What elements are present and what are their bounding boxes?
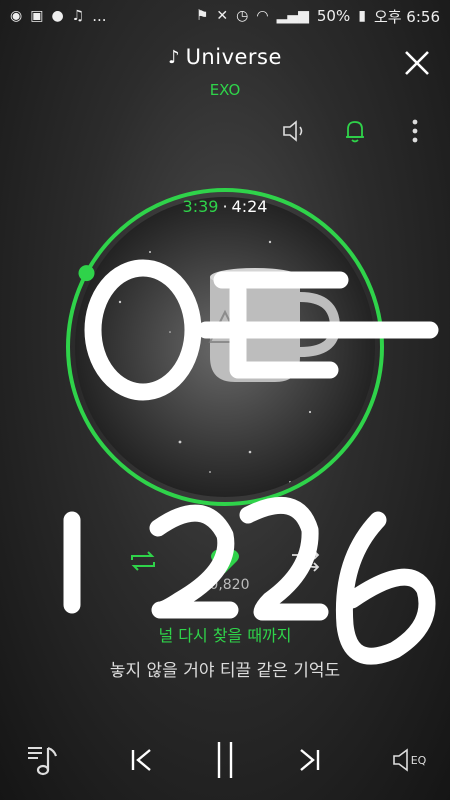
chat-notification-icon: ● (51, 8, 64, 24)
mute-icon: ✕ (216, 8, 229, 24)
eq-icon (392, 748, 408, 772)
time-separator: · (222, 197, 228, 216)
pause-icon (217, 742, 233, 778)
heart-icon (211, 549, 239, 573)
status-bar: ◉ ▣ ● ♫ ... ⚑ ✕ ◷ ◠ ▂▄▆ 50% ▮ 오후 6:56 (0, 0, 450, 32)
alarm-button[interactable] (342, 118, 368, 144)
actions-row (0, 545, 450, 577)
battery-saver-icon: ⚑ (195, 8, 209, 24)
bell-icon (346, 121, 364, 143)
music-notification-icon: ♫ (71, 8, 85, 24)
battery-icon: ▮ (358, 8, 366, 24)
time-row: 3:39 · 4:24 (0, 197, 450, 216)
repeat-icon (131, 551, 155, 571)
like-button[interactable] (208, 545, 242, 577)
battery-percent: 50% (316, 7, 351, 25)
title-row: ♪ Universe (0, 45, 450, 69)
pause-button[interactable] (203, 735, 247, 785)
clock: 오후 6:56 (373, 7, 440, 26)
top-tools (282, 118, 428, 144)
previous-button[interactable] (120, 735, 164, 785)
more-notifications-text: ... (92, 7, 107, 25)
next-button[interactable] (287, 735, 331, 785)
close-icon (405, 51, 429, 75)
eq-button[interactable]: EQ (386, 735, 432, 785)
now-playing-header: ♪ Universe EXO (0, 45, 450, 99)
eq-label: EQ (410, 753, 427, 767)
status-left-icons: ◉ ▣ ● ♫ ... (10, 7, 107, 25)
previous-icon (131, 749, 151, 771)
like-count: 40,820 (200, 577, 250, 593)
shuffle-icon (292, 550, 320, 572)
speaker-icon (283, 120, 303, 142)
album-cover-art (66, 188, 384, 506)
music-note-icon: ♪ (168, 46, 180, 68)
gallery-notification-icon: ▣ (30, 8, 44, 24)
artist-name[interactable]: EXO (0, 81, 450, 99)
current-time: 3:39 (182, 197, 219, 216)
total-time: 4:24 (231, 197, 268, 216)
lyric-current-line[interactable]: 널 다시 찾을 때까지 (0, 622, 450, 646)
song-title[interactable]: Universe (186, 45, 282, 69)
progress-knob[interactable] (78, 265, 95, 282)
repeat-button[interactable] (126, 545, 160, 577)
playlist-icon (28, 746, 58, 776)
signal-icon: ▂▄▆ (276, 8, 309, 24)
app-notification-icon: ◉ (10, 8, 23, 24)
close-button[interactable] (402, 48, 432, 78)
playback-controls: EQ (0, 735, 450, 785)
volume-button[interactable] (282, 118, 308, 144)
wifi-icon: ◠ (256, 8, 269, 24)
playlist-button[interactable] (22, 735, 66, 785)
alarm-status-icon: ◷ (236, 8, 249, 24)
next-icon (300, 749, 320, 771)
shuffle-button[interactable] (288, 545, 322, 577)
status-right-icons: ⚑ ✕ ◷ ◠ ▂▄▆ 50% ▮ 오후 6:56 (196, 6, 440, 27)
more-vertical-icon (412, 119, 418, 143)
more-options-button[interactable] (402, 118, 428, 144)
album-cover-progress[interactable] (60, 182, 390, 512)
lyric-next-line[interactable]: 놓지 않을 거야 티끌 같은 기억도 (0, 656, 450, 681)
